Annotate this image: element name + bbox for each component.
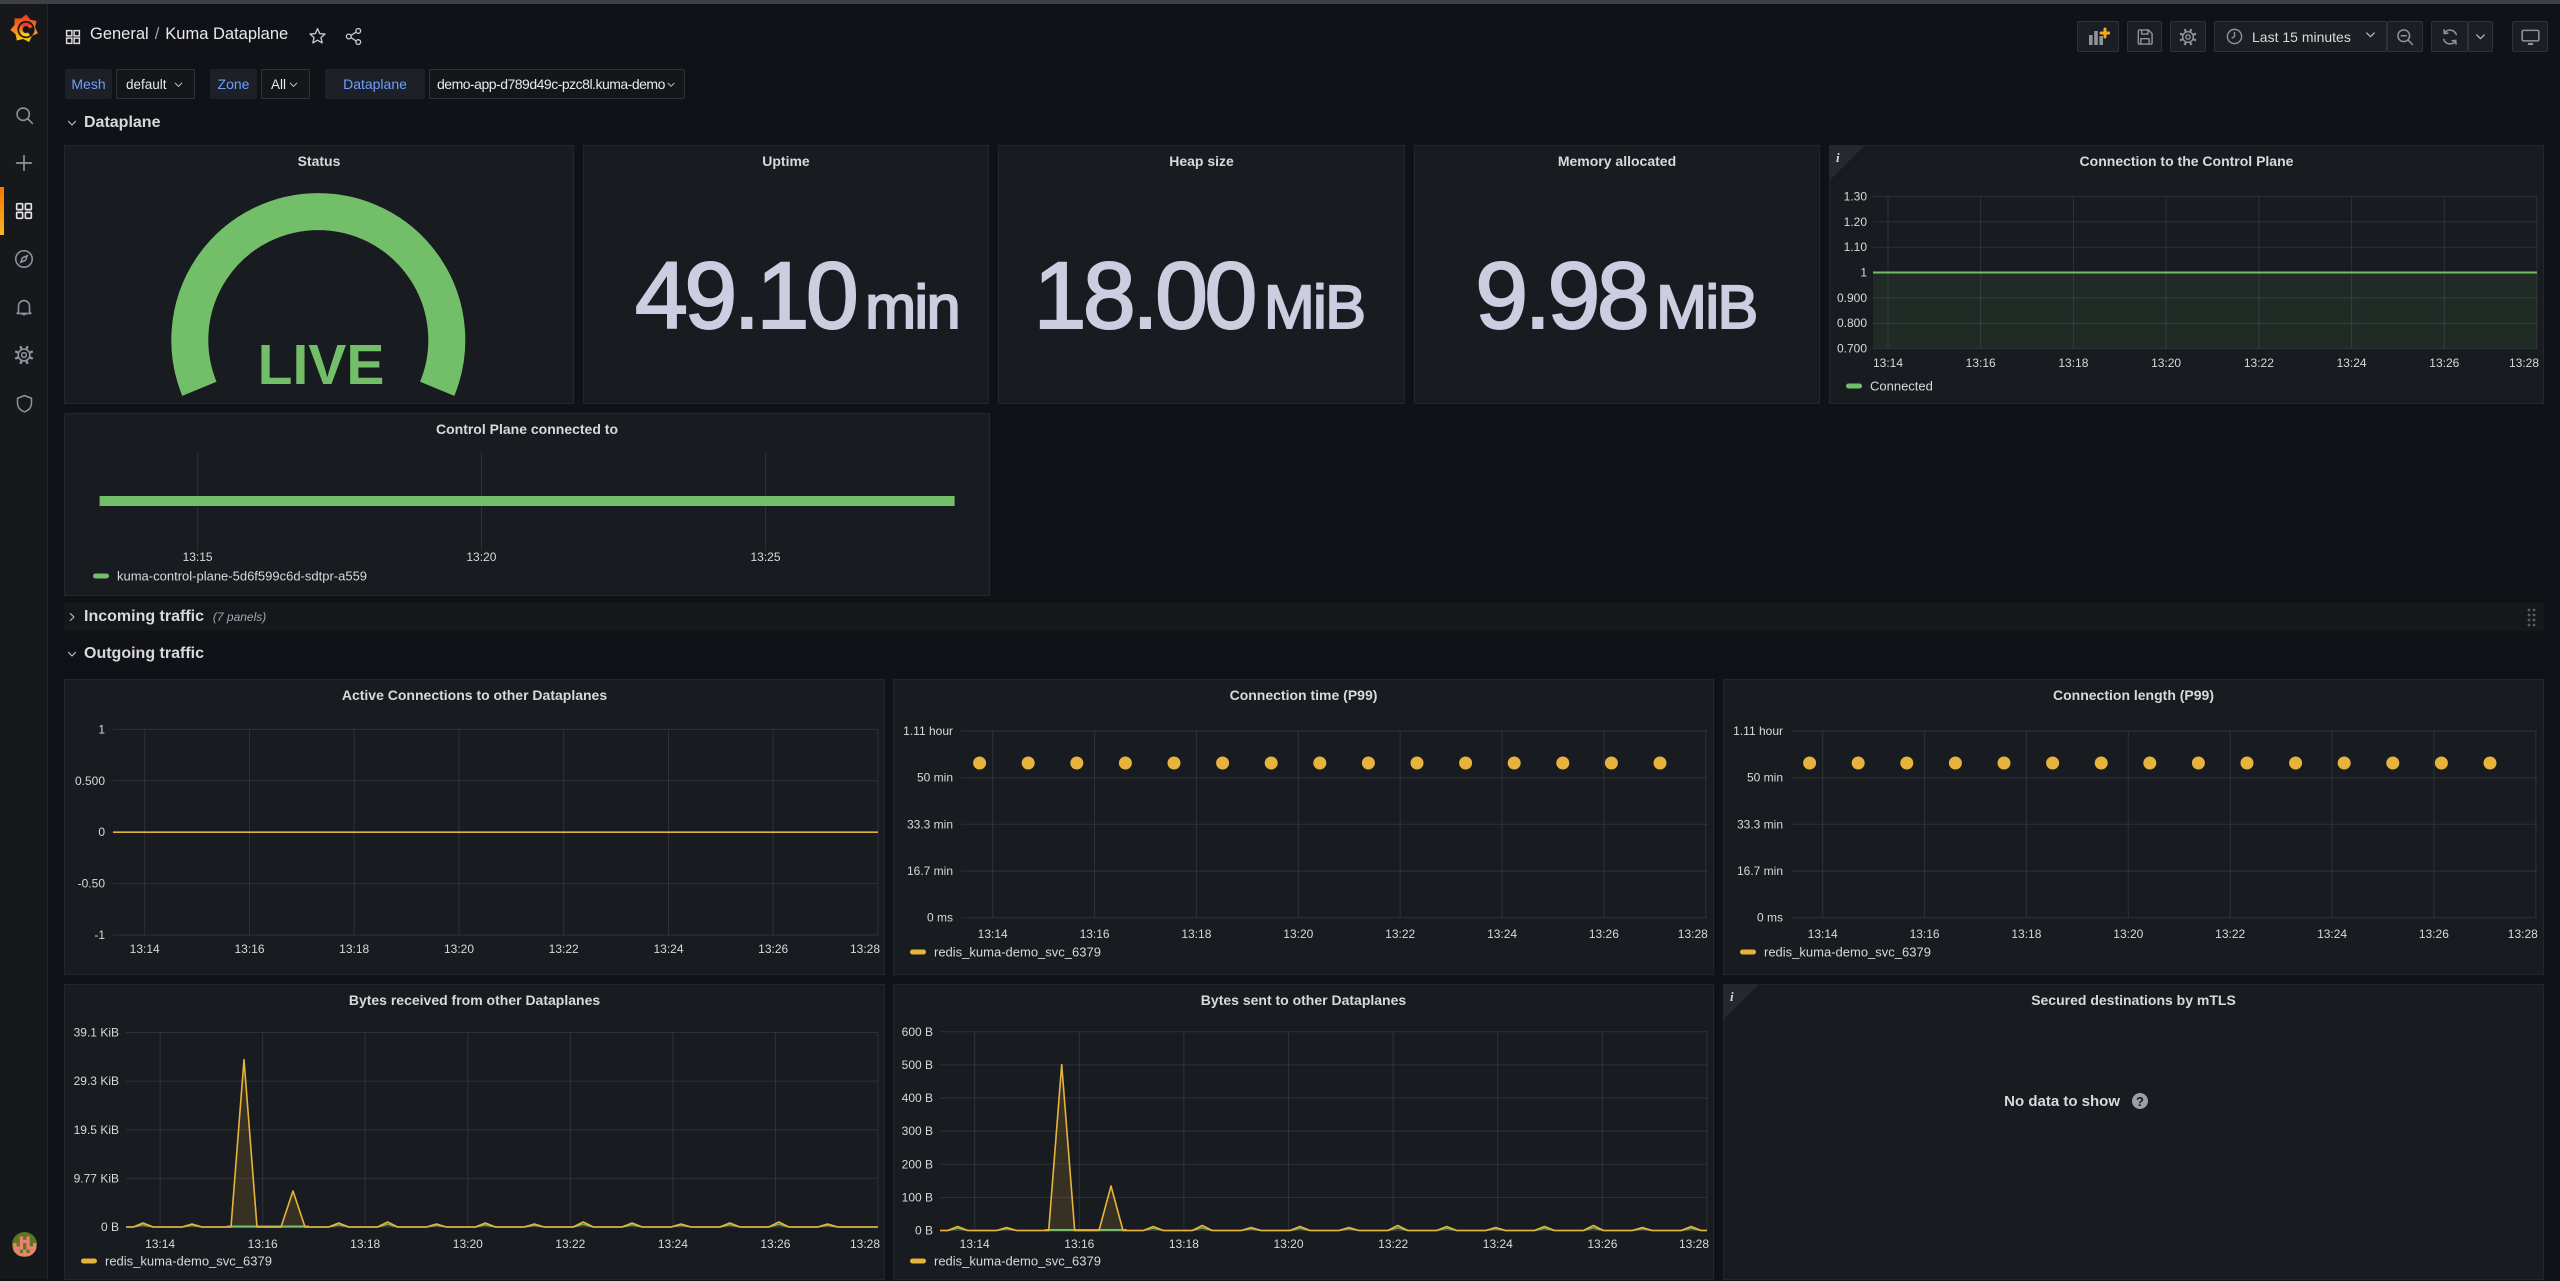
svg-text:13:20: 13:20 xyxy=(2113,927,2143,941)
svg-text:500 B: 500 B xyxy=(902,1058,933,1072)
svg-text:13:14: 13:14 xyxy=(1873,356,1903,370)
svg-text:0 ms: 0 ms xyxy=(927,911,953,925)
svg-text:13:18: 13:18 xyxy=(339,942,369,956)
svg-text:13:26: 13:26 xyxy=(2429,356,2459,370)
svg-text:19.5 KiB: 19.5 KiB xyxy=(74,1123,119,1137)
svg-text:13:26: 13:26 xyxy=(2419,927,2449,941)
svg-text:13:16: 13:16 xyxy=(248,1237,278,1251)
svg-text:13:28: 13:28 xyxy=(850,1237,880,1251)
svg-text:redis_kuma-demo_svc_6379: redis_kuma-demo_svc_6379 xyxy=(934,1254,1101,1269)
svg-text:0.800: 0.800 xyxy=(1837,316,1867,330)
svg-text:29.3 KiB: 29.3 KiB xyxy=(74,1074,119,1088)
svg-text:0 B: 0 B xyxy=(915,1224,933,1238)
svg-text:LIVE: LIVE xyxy=(258,333,385,397)
svg-text:13:22: 13:22 xyxy=(549,942,579,956)
svg-text:13:22: 13:22 xyxy=(1378,1237,1408,1251)
svg-text:13:28: 13:28 xyxy=(1678,927,1708,941)
svg-text:13:20: 13:20 xyxy=(444,942,474,956)
svg-text:13:14: 13:14 xyxy=(1808,927,1838,941)
svg-text:13:16: 13:16 xyxy=(1080,927,1110,941)
svg-text:13:24: 13:24 xyxy=(1483,1237,1513,1251)
svg-text:0.500: 0.500 xyxy=(75,774,105,788)
svg-text:13:14: 13:14 xyxy=(145,1237,175,1251)
svg-text:13:18: 13:18 xyxy=(1169,1237,1199,1251)
svg-text:33.3 min: 33.3 min xyxy=(907,817,953,831)
svg-text:13:24: 13:24 xyxy=(2337,356,2367,370)
svg-text:0: 0 xyxy=(98,825,105,839)
svg-text:13:25: 13:25 xyxy=(750,550,780,564)
svg-text:13:24: 13:24 xyxy=(658,1237,688,1251)
svg-text:redis_kuma-demo_svc_6379: redis_kuma-demo_svc_6379 xyxy=(934,945,1101,960)
svg-text:13:24: 13:24 xyxy=(2317,927,2347,941)
svg-text:13:16: 13:16 xyxy=(1910,927,1940,941)
svg-text:13:26: 13:26 xyxy=(758,942,788,956)
svg-text:?: ? xyxy=(2136,1094,2144,1109)
svg-text:1: 1 xyxy=(1860,266,1867,280)
svg-text:13:14: 13:14 xyxy=(960,1237,990,1251)
svg-text:13:15: 13:15 xyxy=(183,550,213,564)
svg-text:13:20: 13:20 xyxy=(2151,356,2181,370)
svg-text:1: 1 xyxy=(98,722,105,736)
svg-text:1.11 hour: 1.11 hour xyxy=(1733,724,1783,738)
svg-text:13:14: 13:14 xyxy=(978,927,1008,941)
svg-text:13:18: 13:18 xyxy=(350,1237,380,1251)
svg-text:13:16: 13:16 xyxy=(234,942,264,956)
svg-text:13:28: 13:28 xyxy=(2508,927,2538,941)
svg-text:13:16: 13:16 xyxy=(1064,1237,1094,1251)
svg-text:13:28: 13:28 xyxy=(1679,1237,1709,1251)
svg-text:1.20: 1.20 xyxy=(1844,215,1868,229)
svg-text:13:26: 13:26 xyxy=(760,1237,790,1251)
svg-text:13:22: 13:22 xyxy=(2244,356,2274,370)
svg-text:13:16: 13:16 xyxy=(1966,356,1996,370)
svg-text:13:28: 13:28 xyxy=(850,942,880,956)
svg-text:13:22: 13:22 xyxy=(2215,927,2245,941)
svg-text:39.1 KiB: 39.1 KiB xyxy=(74,1026,119,1040)
svg-text:13:28: 13:28 xyxy=(2509,356,2539,370)
svg-text:0.700: 0.700 xyxy=(1837,342,1867,356)
svg-text:16.7 min: 16.7 min xyxy=(1737,864,1783,878)
svg-text:13:24: 13:24 xyxy=(653,942,683,956)
svg-text:13:14: 13:14 xyxy=(130,942,160,956)
svg-text:13:18: 13:18 xyxy=(2011,927,2041,941)
svg-text:0.900: 0.900 xyxy=(1837,291,1867,305)
svg-text:13:18: 13:18 xyxy=(2058,356,2088,370)
svg-text:1.10: 1.10 xyxy=(1844,240,1868,254)
svg-text:300 B: 300 B xyxy=(902,1124,933,1138)
svg-text:50 min: 50 min xyxy=(917,771,953,785)
svg-text:13:24: 13:24 xyxy=(1487,927,1517,941)
svg-text:redis_kuma-demo_svc_6379: redis_kuma-demo_svc_6379 xyxy=(1764,945,1931,960)
svg-text:1.30: 1.30 xyxy=(1844,190,1868,204)
svg-text:13:20: 13:20 xyxy=(453,1237,483,1251)
svg-text:1.11 hour: 1.11 hour xyxy=(903,724,953,738)
svg-text:18.00MiB: 18.00MiB xyxy=(1034,243,1365,349)
svg-text:100 B: 100 B xyxy=(902,1190,933,1204)
svg-text:33.3 min: 33.3 min xyxy=(1737,817,1783,831)
svg-text:50 min: 50 min xyxy=(1747,771,1783,785)
svg-text:0 B: 0 B xyxy=(101,1220,119,1234)
svg-text:13:26: 13:26 xyxy=(1587,1237,1617,1251)
svg-text:9.77 KiB: 9.77 KiB xyxy=(74,1171,119,1185)
svg-text:0 ms: 0 ms xyxy=(1757,911,1783,925)
svg-text:49.10min: 49.10min xyxy=(635,243,959,349)
svg-text:13:22: 13:22 xyxy=(1385,927,1415,941)
svg-text:200 B: 200 B xyxy=(902,1157,933,1171)
svg-text:Connected: Connected xyxy=(1870,379,1933,394)
svg-text:13:18: 13:18 xyxy=(1181,927,1211,941)
svg-text:13:20: 13:20 xyxy=(1283,927,1313,941)
svg-text:400 B: 400 B xyxy=(902,1091,933,1105)
svg-text:No data to show: No data to show xyxy=(2004,1093,2120,1110)
svg-text:13:20: 13:20 xyxy=(1273,1237,1303,1251)
svg-text:9.98MiB: 9.98MiB xyxy=(1475,243,1756,349)
svg-text:13:20: 13:20 xyxy=(466,550,496,564)
svg-text:-0.50: -0.50 xyxy=(78,877,106,891)
svg-text:kuma-control-plane-5d6f599c6d-: kuma-control-plane-5d6f599c6d-sdtpr-a559 xyxy=(117,569,367,584)
svg-text:-1: -1 xyxy=(94,928,105,942)
svg-text:13:26: 13:26 xyxy=(1589,927,1619,941)
svg-text:600 B: 600 B xyxy=(902,1025,933,1039)
svg-text:13:22: 13:22 xyxy=(555,1237,585,1251)
svg-text:16.7 min: 16.7 min xyxy=(907,864,953,878)
svg-text:redis_kuma-demo_svc_6379: redis_kuma-demo_svc_6379 xyxy=(105,1254,272,1269)
